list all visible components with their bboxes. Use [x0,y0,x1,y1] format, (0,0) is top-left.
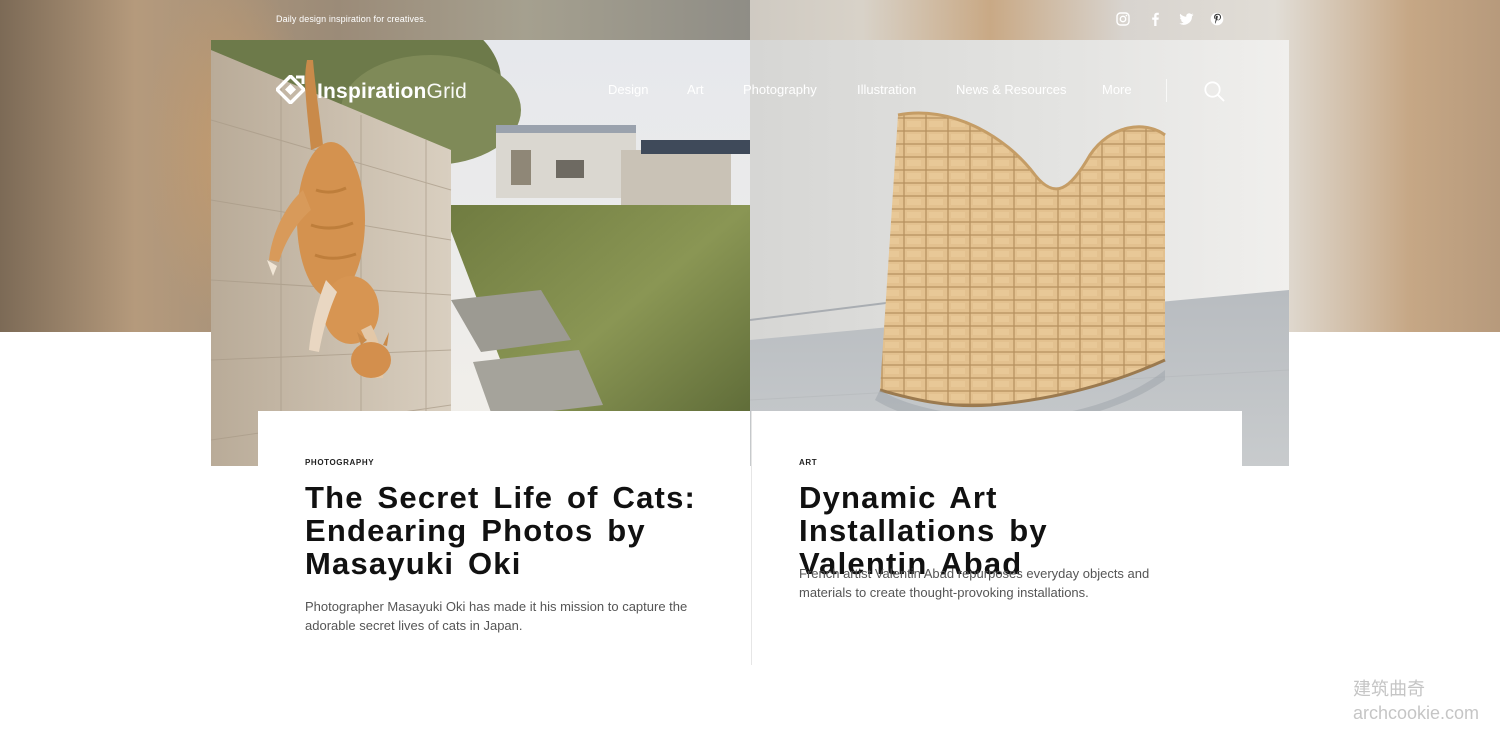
nav-item-photography[interactable]: Photography [743,82,817,97]
logo-wordmark-light: Grid [426,80,468,103]
watermark: 建筑曲奇 archcookie.com [1353,677,1479,725]
watermark-line1: 建筑曲奇 [1353,679,1425,699]
post-category[interactable]: Photography [305,458,374,467]
instagram-icon[interactable] [1115,11,1131,27]
post-description: French artist Valentin Abad repurposes e… [799,566,1150,600]
nav-divider [1166,79,1167,102]
site-tagline: Daily design inspiration for creatives. [276,14,427,24]
facebook-icon[interactable] [1147,11,1163,27]
page: Daily design inspiration for creatives. [0,0,1500,734]
watermark-line2: archcookie.com [1353,703,1480,723]
hero-image-installation[interactable] [750,40,1289,466]
nav-item-design[interactable]: Design [608,82,648,97]
nav-item-news-resources[interactable]: News & Resources [956,82,1067,97]
nav-item-more[interactable]: More [1102,82,1132,97]
logo-wordmark: InspirationGrid [317,80,467,104]
logo-mark-icon [274,73,307,109]
twitter-icon[interactable] [1178,11,1194,27]
site-logo[interactable]: InspirationGrid [274,73,467,109]
nav-item-illustration[interactable]: Illustration [857,82,916,97]
post-title[interactable]: The Secret Life of Cats: Endearing Photo… [305,481,705,580]
pinterest-icon[interactable] [1209,11,1225,27]
nav-item-art[interactable]: Art [687,82,704,97]
logo-wordmark-bold: Inspiration [317,80,427,103]
post-category[interactable]: Art [799,458,817,467]
search-icon[interactable] [1203,80,1225,102]
post-card-cats[interactable]: Photography The Secret Life of Cats: End… [258,411,750,665]
post-card-installations[interactable]: Art Dynamic Art Installations by Valenti… [751,411,1242,665]
post-description: Photographer Masayuki Oki has made it hi… [305,599,688,633]
